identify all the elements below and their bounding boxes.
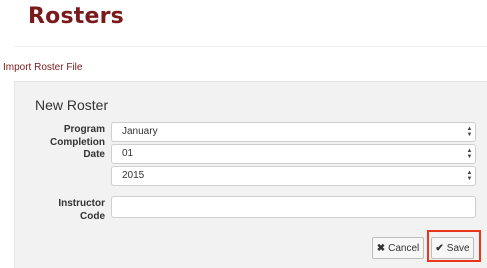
cancel-button-label: Cancel <box>388 242 420 254</box>
select-arrows-icon: ▲ ▼ <box>466 170 473 182</box>
close-icon: ✖ <box>376 242 386 254</box>
program-completion-date-label: Program Completion Date <box>50 124 105 160</box>
select-arrows-icon: ▲ ▼ <box>466 148 473 160</box>
new-roster-panel: New Roster Program Completion Date Janua… <box>14 81 487 268</box>
import-roster-link[interactable]: Import Roster File <box>3 62 82 73</box>
month-select-value: January <box>122 126 158 137</box>
year-select-value: 2015 <box>122 170 145 181</box>
page-title: Rosters <box>28 4 124 29</box>
day-select[interactable]: 01 ▲ ▼ <box>111 144 476 164</box>
checkmark-icon: ✔ <box>435 242 444 254</box>
instructor-code-label: Instructor Code <box>58 198 105 222</box>
panel-title: New Roster <box>35 97 109 113</box>
month-select[interactable]: January ▲ ▼ <box>111 122 476 142</box>
cancel-button[interactable]: ✖ Cancel <box>372 237 424 259</box>
year-select[interactable]: 2015 ▲ ▼ <box>111 166 476 186</box>
title-divider <box>14 46 487 47</box>
instructor-code-input[interactable] <box>111 196 476 218</box>
day-select-value: 01 <box>122 148 134 159</box>
select-arrows-icon: ▲ ▼ <box>466 126 473 138</box>
save-button[interactable]: ✔ Save <box>431 237 474 259</box>
save-button-label: Save <box>446 242 470 254</box>
